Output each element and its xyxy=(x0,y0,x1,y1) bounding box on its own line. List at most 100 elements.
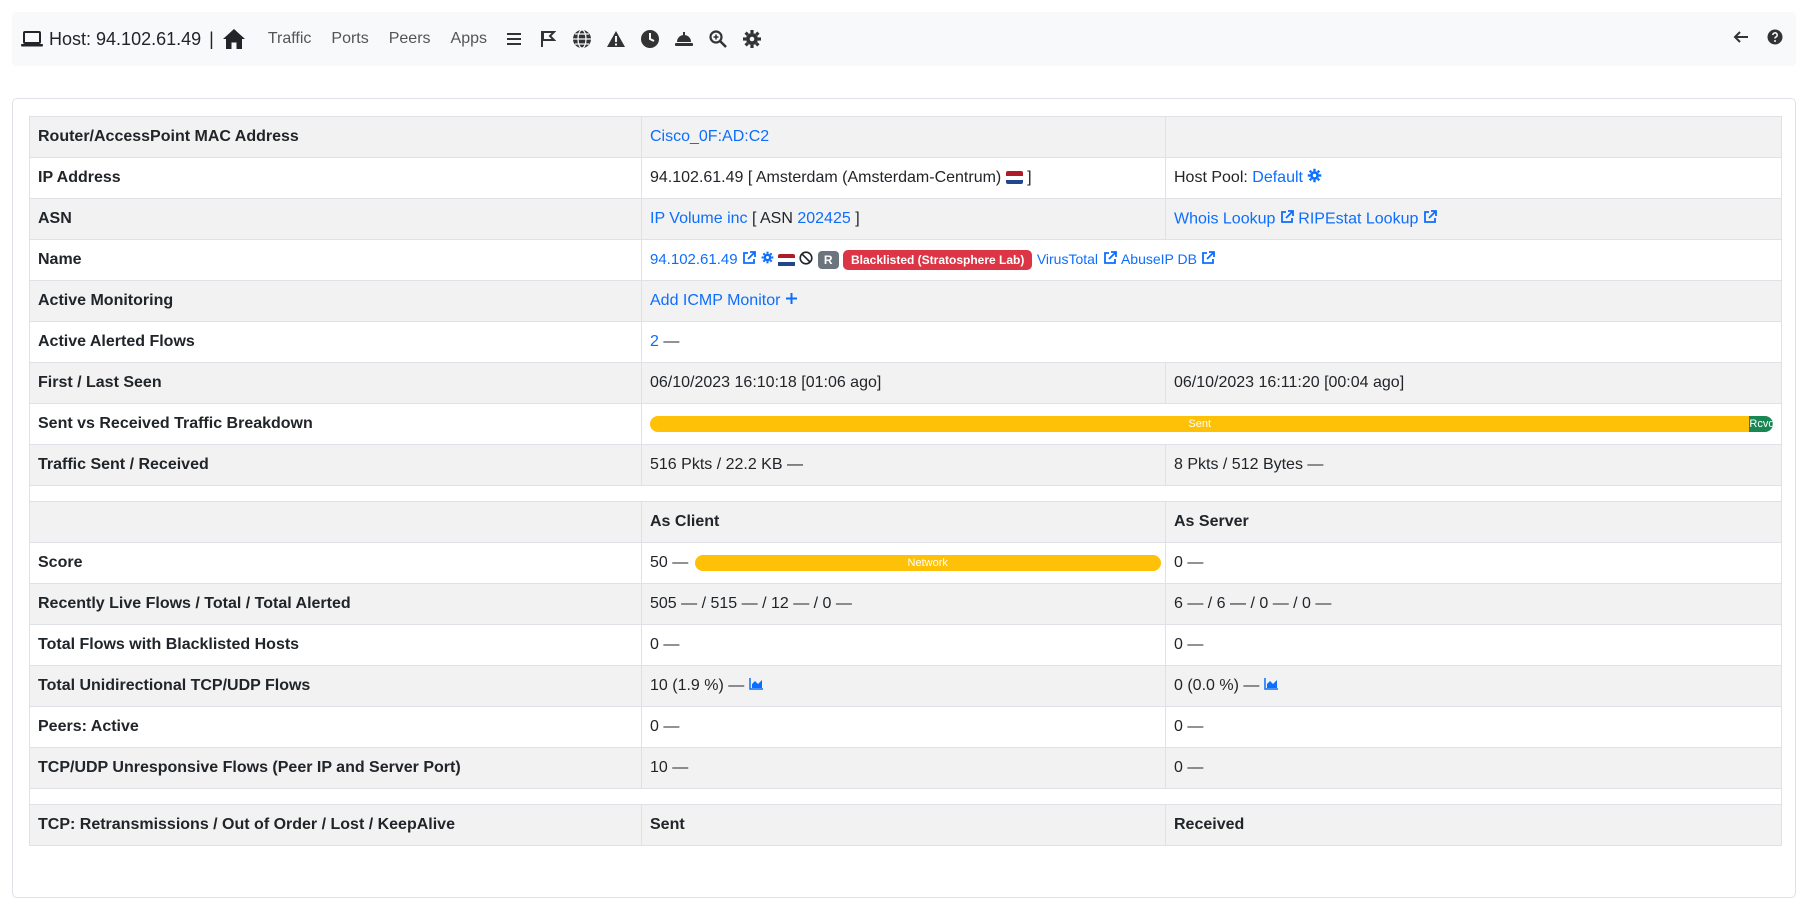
asn-open: [ ASN xyxy=(752,210,793,227)
score-server: 0 — xyxy=(1165,542,1782,584)
monitoring-label: Active Monitoring xyxy=(29,280,642,322)
name-ip-link[interactable]: 94.102.61.49 xyxy=(650,251,738,268)
score-network-segment: Network xyxy=(694,554,1161,571)
nl-flag-icon xyxy=(1005,171,1023,185)
blacklisted-badge: Blacklisted (Stratosphere Lab) xyxy=(842,250,1033,270)
nav-traffic[interactable]: Traffic xyxy=(268,30,312,48)
area-chart-icon[interactable] xyxy=(748,677,764,695)
live-flows-server: 6 — / 6 — / 0 — / 0 — xyxy=(1165,583,1782,625)
live-flows-client: 505 — / 515 — / 12 — / 0 — xyxy=(641,583,1166,625)
seen-label: First / Last Seen xyxy=(29,362,642,404)
globe-icon[interactable] xyxy=(569,26,595,52)
flag-icon[interactable] xyxy=(535,26,561,52)
gear-icon[interactable] xyxy=(761,251,774,269)
alerted-count-link[interactable]: 2 xyxy=(650,333,659,350)
unidir-server: 0 (0.0 %) — xyxy=(1174,677,1260,695)
tcp-label: TCP: Retransmissions / Out of Order / Lo… xyxy=(29,804,642,846)
traffic-sent: 516 Pkts / 22.2 KB — xyxy=(641,444,1166,486)
external-link-icon[interactable] xyxy=(1280,209,1294,229)
alerted-label: Active Alerted Flows xyxy=(29,321,642,363)
plus-icon[interactable] xyxy=(785,292,798,310)
asn-number-link[interactable]: 202425 xyxy=(797,210,850,227)
host-details-card: Router/AccessPoint MAC Address Cisco_0F:… xyxy=(12,98,1796,898)
unresponsive-label: TCP/UDP Unresponsive Flows (Peer IP and … xyxy=(29,747,642,789)
asn-label: ASN xyxy=(29,198,642,240)
blacklisted-flows-client: 0 — xyxy=(641,624,1166,666)
row-blacklisted-flows: Total Flows with Blacklisted Hosts 0 — 0… xyxy=(29,624,1782,666)
row-peers: Peers: Active 0 — 0 — xyxy=(29,706,1782,748)
score-label: Score xyxy=(29,542,642,584)
peers-label: Peers: Active xyxy=(29,706,642,748)
row-headers: As Client As Server xyxy=(29,501,1782,543)
virustotal-link[interactable]: VirusTotal xyxy=(1037,251,1098,267)
last-seen: 06/10/2023 16:11:20 [00:04 ago] xyxy=(1165,362,1782,404)
host-ip: 94.102.61.49 xyxy=(96,28,202,49)
peers-client: 0 — xyxy=(641,706,1166,748)
traffic-breakdown-bar: Sent Rcvd xyxy=(650,416,1773,432)
unresponsive-client: 10 — xyxy=(641,747,1166,789)
area-chart-icon[interactable] xyxy=(1264,677,1279,695)
blacklisted-flows-label: Total Flows with Blacklisted Hosts xyxy=(29,624,642,666)
host-prefix: Host: xyxy=(49,28,92,49)
row-ip: IP Address 94.102.61.49 [ Amsterdam (Ams… xyxy=(29,157,1782,199)
clock-icon[interactable] xyxy=(637,26,663,52)
bell-icon[interactable] xyxy=(671,26,697,52)
alerted-trend: — xyxy=(663,333,680,350)
list-icon[interactable] xyxy=(501,26,527,52)
row-unidir: Total Unidirectional TCP/UDP Flows 10 (1… xyxy=(29,665,1782,707)
unresponsive-server: 0 — xyxy=(1165,747,1782,789)
tcp-received-header: Received xyxy=(1165,804,1782,846)
spacer-row xyxy=(29,485,1782,502)
abuseipdb-link[interactable]: AbuseIP DB xyxy=(1121,251,1197,267)
ip-value: 94.102.61.49 [ Amsterdam (Amsterdam-Cent… xyxy=(650,169,1002,186)
remote-badge: R xyxy=(817,251,839,269)
laptop-icon xyxy=(21,31,43,47)
sent-segment: Sent xyxy=(650,416,1750,432)
external-link-icon[interactable] xyxy=(742,250,756,270)
traffic-rcvd: 8 Pkts / 512 Bytes — xyxy=(1165,444,1782,486)
empty-header-cell xyxy=(29,501,642,543)
top-navbar: Host: 94.102.61.49 | Traffic Ports Peers… xyxy=(12,12,1796,66)
host-details-table: Router/AccessPoint MAC Address Cisco_0F:… xyxy=(29,116,1782,846)
empty-cell xyxy=(1165,116,1782,158)
rcvd-segment: Rcvd xyxy=(1749,416,1773,432)
as-server-header: As Server xyxy=(1165,501,1782,543)
row-mac: Router/AccessPoint MAC Address Cisco_0F:… xyxy=(29,116,1782,158)
unidir-client: 10 (1.9 %) — xyxy=(650,677,745,695)
asn-name-link[interactable]: IP Volume inc xyxy=(650,210,748,227)
whois-link[interactable]: Whois Lookup xyxy=(1174,210,1275,227)
mac-label: Router/AccessPoint MAC Address xyxy=(29,116,642,158)
nav-peers[interactable]: Peers xyxy=(389,30,431,48)
ip-label: IP Address xyxy=(29,157,642,199)
zoom-icon[interactable] xyxy=(705,26,731,52)
row-asn: ASN IP Volume inc [ ASN 202425 ] Whois L… xyxy=(29,198,1782,240)
live-flows-label: Recently Live Flows / Total / Total Aler… xyxy=(29,583,642,625)
gear-icon[interactable] xyxy=(1307,168,1322,188)
external-link-icon[interactable] xyxy=(1423,209,1437,229)
warning-icon[interactable] xyxy=(603,26,629,52)
ip-close: ] xyxy=(1027,169,1032,186)
nav-right xyxy=(1733,29,1787,50)
row-monitoring: Active Monitoring Add ICMP Monitor xyxy=(29,280,1782,322)
help-icon[interactable] xyxy=(1767,29,1783,50)
host-pool-link[interactable]: Default xyxy=(1252,169,1303,186)
add-icmp-monitor-link[interactable]: Add ICMP Monitor xyxy=(650,292,780,309)
score-bar: Network xyxy=(694,554,1161,571)
asn-close: ] xyxy=(855,210,860,227)
external-link-icon[interactable] xyxy=(1201,250,1216,270)
arrow-left-icon[interactable] xyxy=(1733,30,1749,49)
nav-apps[interactable]: Apps xyxy=(451,30,487,48)
nav-separator: | xyxy=(209,28,214,49)
peers-server: 0 — xyxy=(1165,706,1782,748)
nav-ports[interactable]: Ports xyxy=(331,30,368,48)
mac-link[interactable]: Cisco_0F:AD:C2 xyxy=(650,128,769,145)
home-icon[interactable] xyxy=(222,28,246,50)
external-link-icon[interactable] xyxy=(1103,250,1117,270)
ripestat-link[interactable]: RIPEstat Lookup xyxy=(1298,210,1418,227)
host-title: Host: 94.102.61.49 | xyxy=(21,29,222,50)
gear-icon[interactable] xyxy=(739,26,765,52)
row-alerted: Active Alerted Flows 2 — xyxy=(29,321,1782,363)
row-name: Name 94.102.61.49 R Blacklisted (Stratos… xyxy=(29,239,1782,281)
traffic-label: Traffic Sent / Received xyxy=(29,444,642,486)
name-label: Name xyxy=(29,239,642,281)
